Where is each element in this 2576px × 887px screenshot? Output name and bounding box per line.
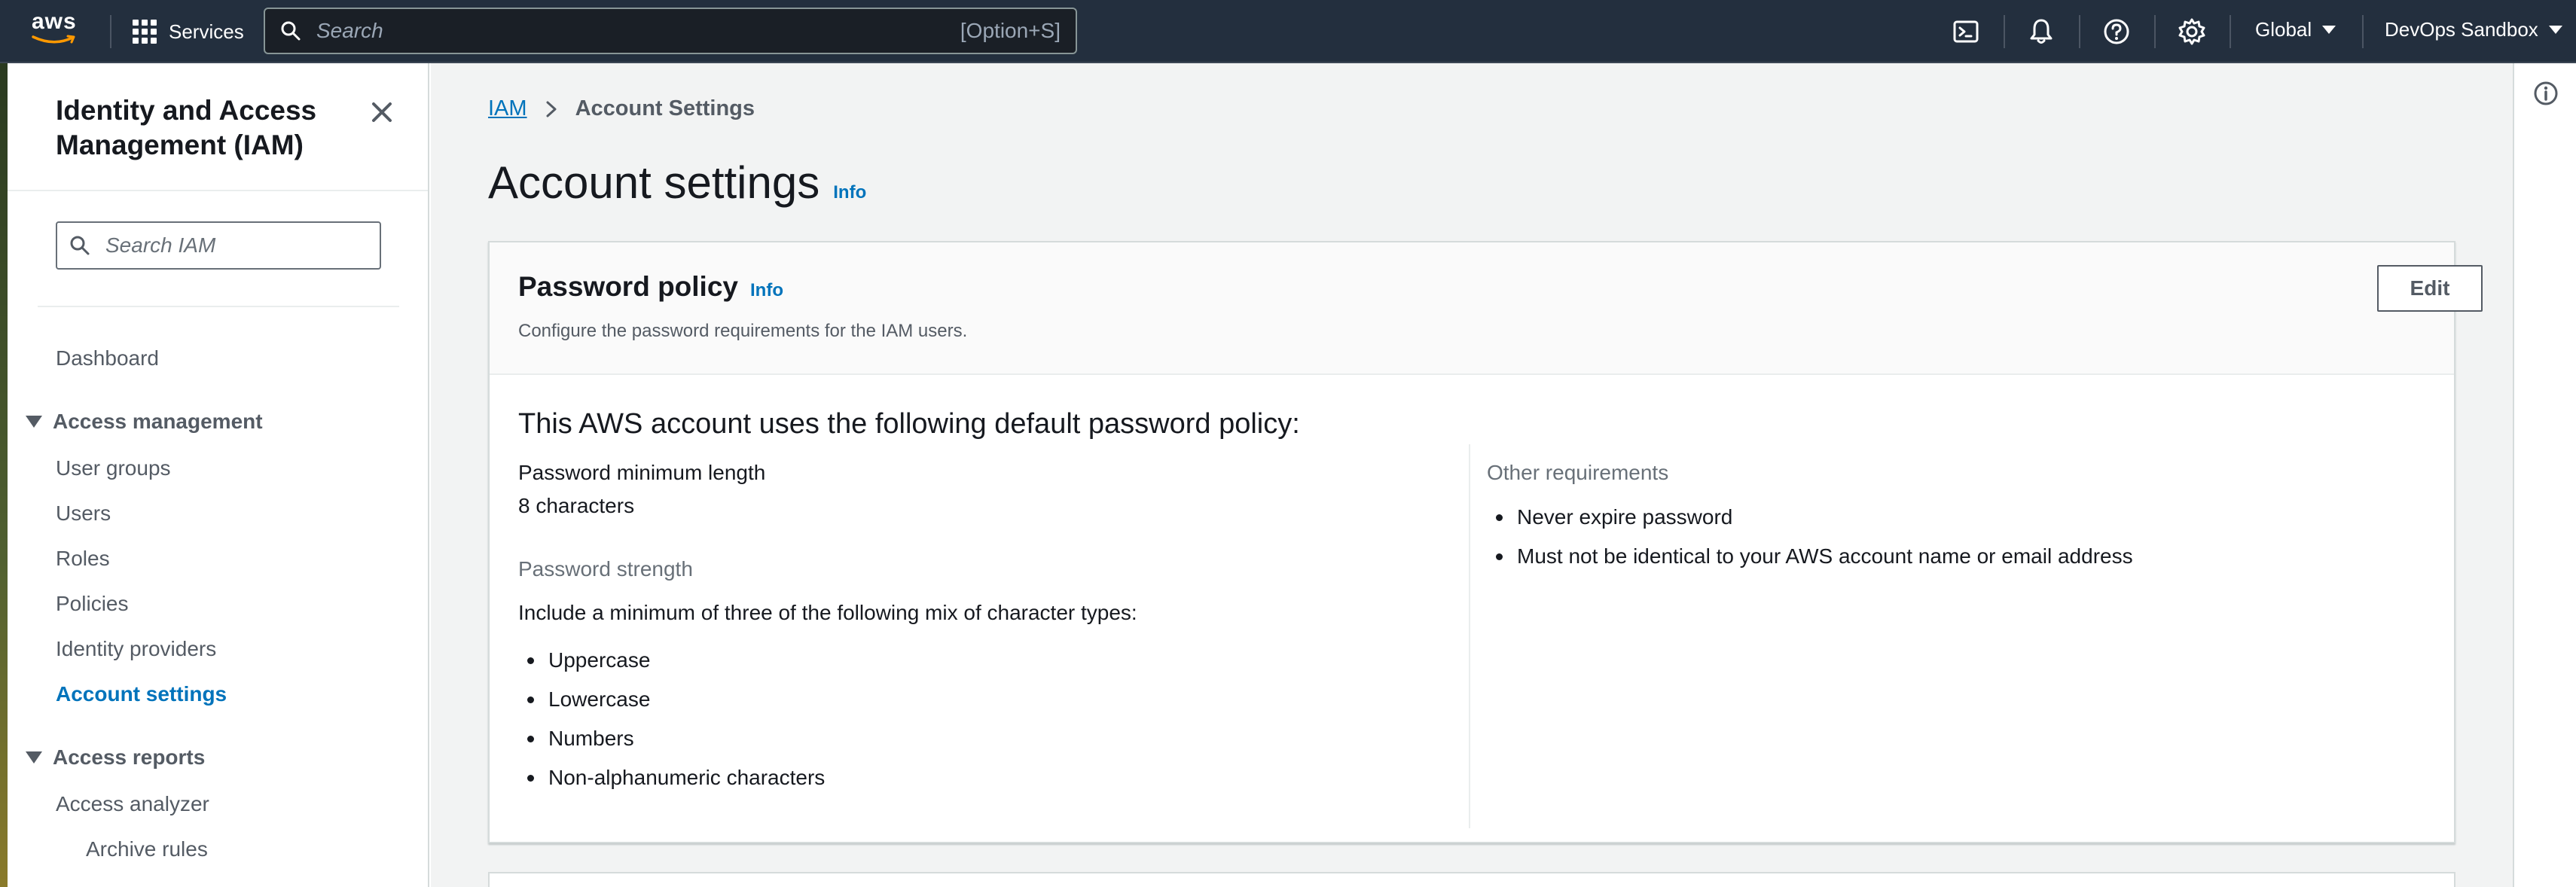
strength-description: Include a minimum of three of the follow… [518, 601, 1137, 624]
sidebar-section-access-management[interactable]: Access management [26, 410, 263, 434]
password-policy-panel: Password policy Info Configure the passw… [488, 241, 2483, 843]
other-requirements-list: Never expire password Must not be identi… [1487, 504, 2133, 583]
sidebar-section-label: Access reports [53, 745, 206, 769]
sidebar-item-identity-providers[interactable]: Identity providers [56, 637, 216, 661]
desktop-edge-strip [0, 63, 8, 887]
breadcrumb-iam-link[interactable]: IAM [488, 96, 527, 121]
min-length-label: Password minimum length [518, 461, 766, 484]
search-icon [70, 236, 90, 255]
aws-logo[interactable]: aws [32, 11, 81, 50]
settings-gear-icon[interactable] [2177, 17, 2207, 47]
other-requirements-label: Other requirements [1487, 461, 1669, 484]
close-icon[interactable] [366, 96, 398, 128]
topbar-divider [2230, 15, 2231, 48]
caret-down-icon [2322, 26, 2336, 34]
sidebar-item-dashboard[interactable]: Dashboard [56, 346, 159, 370]
page-info-link[interactable]: Info [833, 182, 866, 203]
sidebar-search-input[interactable] [105, 233, 362, 258]
breadcrumb-current: Account Settings [575, 96, 755, 120]
column-divider [1469, 444, 1470, 828]
help-icon[interactable] [2101, 17, 2132, 47]
iam-sidebar: Identity and Access Management (IAM) Das… [8, 63, 429, 887]
sidebar-item-access-analyzer[interactable]: Access analyzer [56, 792, 209, 816]
info-icon[interactable] [2531, 78, 2561, 108]
sidebar-item-users[interactable]: Users [56, 501, 111, 526]
sidebar-section-access-reports[interactable]: Access reports [26, 745, 205, 770]
expand-triangle-icon [26, 416, 42, 428]
top-navigation-bar: aws Services [Option+S] [0, 0, 2576, 63]
edit-button[interactable]: Edit [2377, 265, 2483, 312]
global-search-input[interactable] [316, 19, 960, 43]
min-length-value: 8 characters [518, 494, 635, 517]
chevron-right-icon [546, 101, 557, 117]
sidebar-item-roles[interactable]: Roles [56, 547, 110, 571]
topbar-divider [2004, 15, 2005, 48]
account-menu[interactable]: DevOps Sandbox [2385, 18, 2562, 41]
aws-logo-text: aws [32, 9, 77, 34]
sidebar-item-archive-rules[interactable]: Archive rules [86, 837, 208, 861]
list-item: Lowercase [518, 687, 825, 726]
sidebar-item-policies[interactable]: Policies [56, 592, 128, 616]
panel-info-link[interactable]: Info [750, 280, 783, 301]
aws-smile-icon [32, 35, 75, 44]
sidebar-item-user-groups[interactable]: User groups [56, 456, 171, 480]
page-title: Account settings [488, 157, 820, 208]
sidebar-item-account-settings[interactable]: Account settings [56, 682, 227, 706]
apps-grid-icon [133, 20, 157, 44]
sidebar-divider [38, 306, 399, 307]
list-item: Never expire password [1487, 504, 2133, 544]
sidebar-title: Identity and Access Management (IAM) [56, 95, 317, 160]
list-item: Numbers [518, 726, 825, 765]
expand-triangle-icon [26, 751, 42, 764]
caret-down-icon [2548, 26, 2562, 34]
main-content: IAM Account Settings Account settings In… [431, 63, 2513, 887]
sidebar-section-label: Access management [53, 410, 263, 433]
region-selector[interactable]: Global [2255, 18, 2336, 41]
search-shortcut-hint: [Option+S] [960, 19, 1061, 42]
services-menu-button[interactable]: Services [133, 15, 244, 48]
notifications-bell-icon[interactable] [2026, 17, 2056, 47]
search-icon [281, 21, 301, 41]
topbar-divider [2154, 15, 2156, 48]
help-panel-rail [2513, 63, 2576, 887]
char-type-list: Uppercase Lowercase Numbers Non-alphanum… [518, 648, 825, 804]
panel-description: Configure the password requirements for … [518, 321, 968, 341]
topbar-divider [2079, 15, 2080, 48]
topbar-divider [2362, 15, 2364, 48]
topbar-divider [110, 15, 111, 48]
page-header: Account settings Info [488, 157, 866, 209]
account-label: DevOps Sandbox [2385, 18, 2538, 41]
list-item: Non-alphanumeric characters [518, 765, 825, 804]
cloudshell-icon[interactable] [1951, 17, 1981, 47]
sidebar-divider [8, 190, 428, 191]
region-label: Global [2255, 18, 2312, 41]
services-label: Services [169, 20, 244, 43]
strength-label: Password strength [518, 557, 693, 581]
list-item: Must not be identical to your AWS accoun… [1487, 544, 2133, 583]
breadcrumb: IAM Account Settings [488, 96, 755, 121]
sidebar-search-box[interactable] [56, 221, 381, 270]
list-item: Uppercase [518, 648, 825, 687]
panel-body: This AWS account uses the following defa… [490, 375, 2454, 842]
panel-title: Password policy [518, 271, 738, 302]
next-panel [488, 872, 2455, 887]
panel-header: Password policy Info Configure the passw… [490, 242, 2483, 375]
panel-title-row: Password policy Info [518, 271, 783, 303]
global-search-box[interactable]: [Option+S] [264, 8, 1077, 54]
policy-heading: This AWS account uses the following defa… [518, 408, 1300, 440]
